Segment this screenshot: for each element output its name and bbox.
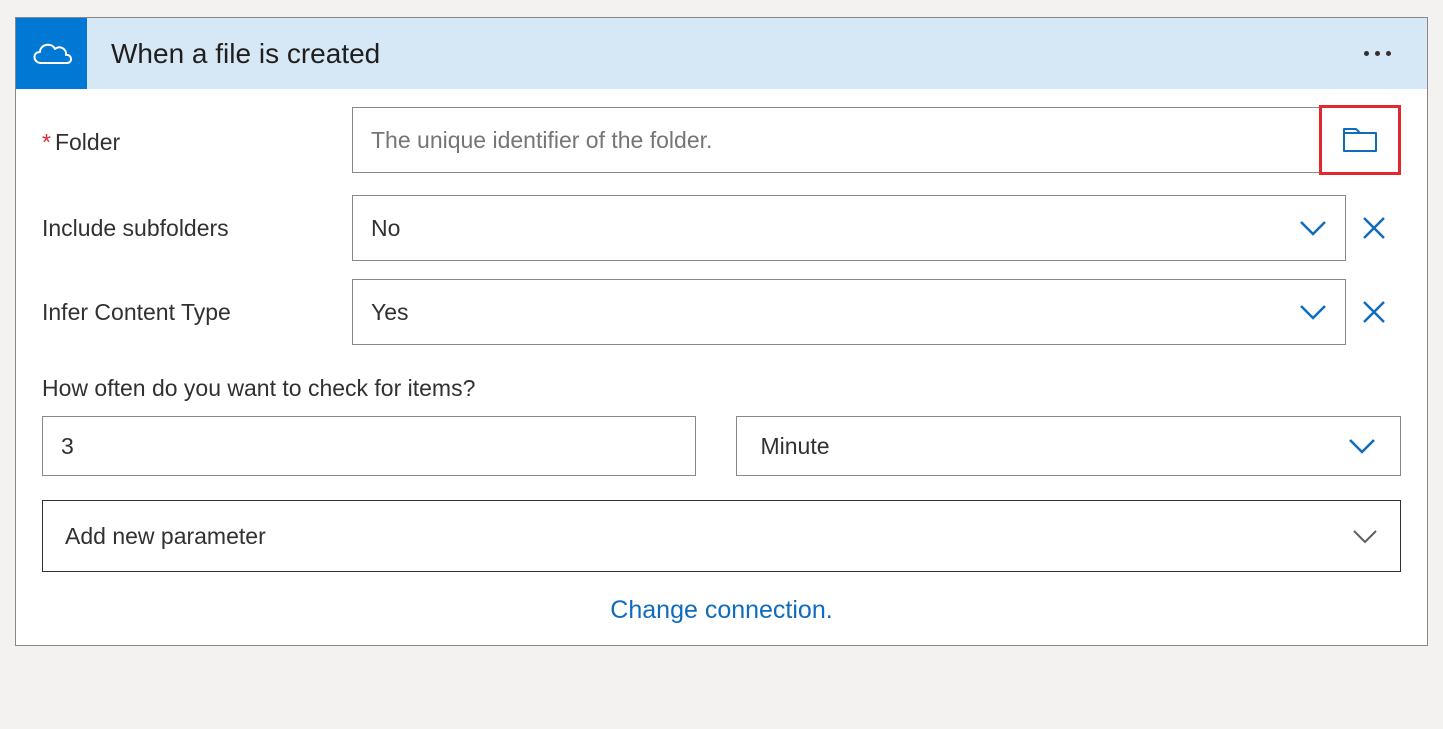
folder-field-row: *Folder bbox=[42, 107, 1401, 177]
folder-icon bbox=[1342, 126, 1378, 154]
include-subfolders-row: Include subfolders No bbox=[42, 195, 1401, 261]
folder-picker-button[interactable] bbox=[1319, 105, 1401, 175]
frequency-unit-value: Minute bbox=[761, 433, 830, 460]
more-options-button[interactable] bbox=[1360, 47, 1395, 60]
remove-include-subfolders-button[interactable] bbox=[1346, 195, 1401, 261]
card-title: When a file is created bbox=[111, 38, 380, 70]
card-body: *Folder Include subfolders No bbox=[16, 89, 1427, 645]
change-connection-row: Change connection. bbox=[42, 596, 1401, 625]
add-parameter-label: Add new parameter bbox=[65, 523, 266, 550]
trigger-card: When a file is created *Folder Include s… bbox=[15, 17, 1428, 646]
infer-content-type-value: Yes bbox=[371, 299, 409, 326]
add-parameter-select[interactable]: Add new parameter bbox=[42, 500, 1401, 572]
interval-input[interactable] bbox=[42, 416, 696, 476]
card-header: When a file is created bbox=[16, 18, 1427, 89]
required-indicator: * bbox=[42, 129, 51, 155]
infer-content-type-row: Infer Content Type Yes bbox=[42, 279, 1401, 345]
remove-infer-content-type-button[interactable] bbox=[1346, 279, 1401, 345]
close-icon bbox=[1361, 215, 1387, 241]
folder-label: *Folder bbox=[42, 129, 352, 156]
chevron-down-icon bbox=[1299, 220, 1327, 236]
change-connection-link[interactable]: Change connection. bbox=[610, 596, 832, 624]
folder-input[interactable] bbox=[352, 107, 1320, 173]
frequency-label: How often do you want to check for items… bbox=[42, 375, 1401, 402]
chevron-down-icon bbox=[1348, 438, 1376, 454]
infer-content-type-select[interactable]: Yes bbox=[352, 279, 1346, 345]
frequency-unit-select[interactable]: Minute bbox=[736, 416, 1402, 476]
include-subfolders-label: Include subfolders bbox=[42, 215, 352, 242]
include-subfolders-value: No bbox=[371, 215, 400, 242]
infer-content-type-label: Infer Content Type bbox=[42, 299, 352, 326]
chevron-down-icon bbox=[1299, 304, 1327, 320]
close-icon bbox=[1361, 299, 1387, 325]
frequency-row: Minute bbox=[42, 416, 1401, 476]
include-subfolders-select[interactable]: No bbox=[352, 195, 1346, 261]
onedrive-icon bbox=[16, 18, 87, 89]
chevron-down-icon bbox=[1352, 529, 1378, 544]
